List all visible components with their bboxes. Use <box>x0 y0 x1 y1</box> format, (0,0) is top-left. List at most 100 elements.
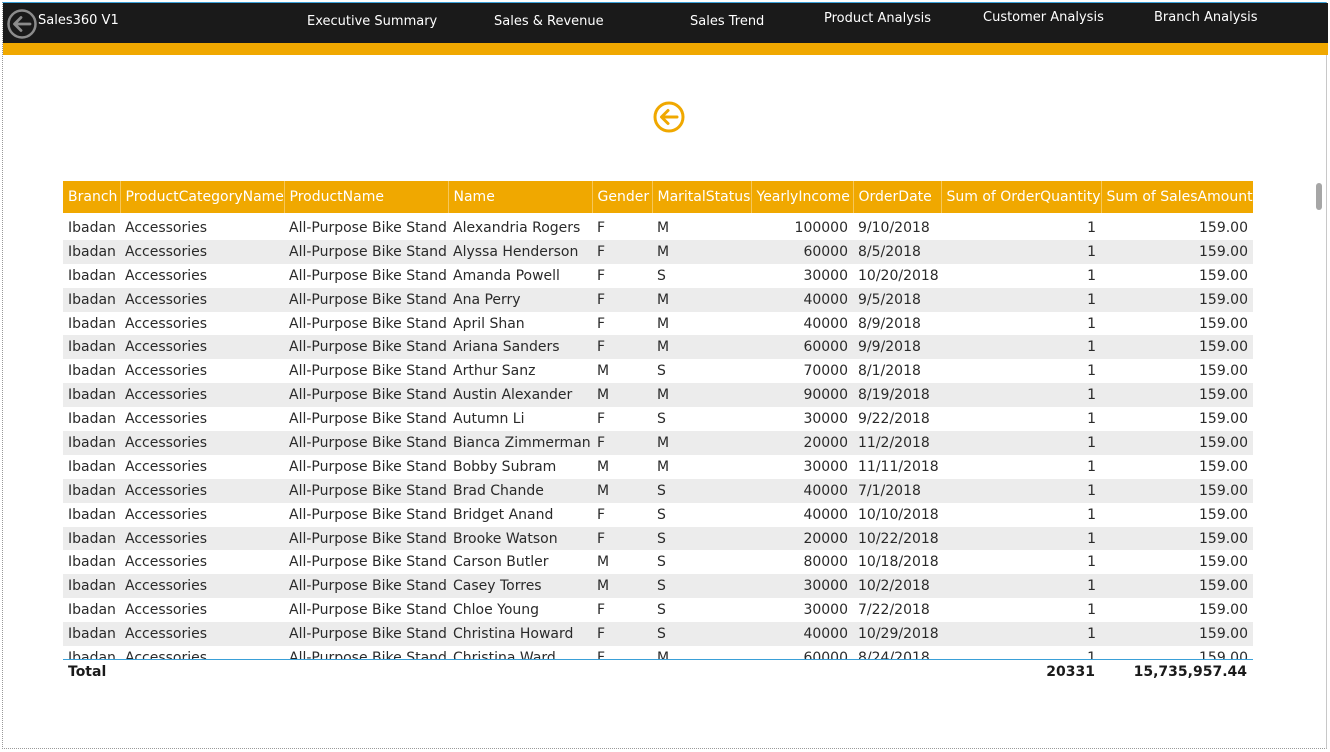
table-cell: 30000 <box>751 574 853 599</box>
table-cell: Bridget Anand <box>453 506 554 523</box>
nav-branch-analysis[interactable]: Branch Analysis <box>1154 10 1258 25</box>
column-header[interactable]: MaritalStatus <box>652 181 752 213</box>
table-cell: M <box>592 478 652 503</box>
table-cell: Accessories <box>120 478 284 503</box>
table-cell: All-Purpose Bike Stand <box>284 526 448 551</box>
table-cell: M <box>592 383 652 408</box>
table-cell: S <box>657 363 666 380</box>
table-cell: 1 <box>941 287 1101 312</box>
table-cell: Casey Torres <box>448 574 592 599</box>
nav-sales-trend[interactable]: Sales Trend <box>690 14 764 29</box>
table-cell: 40000 <box>751 478 853 503</box>
back-arrow-icon[interactable] <box>6 8 38 40</box>
table-cell: Ibadan <box>63 574 120 599</box>
table-cell: 1 <box>1087 267 1096 284</box>
column-header[interactable]: ProductName <box>284 181 449 213</box>
table-cell: 1 <box>941 431 1101 455</box>
column-header[interactable]: ProductCategoryName <box>120 181 285 213</box>
table-row[interactable]: Ibadan Accessories All-Purpose Bike Stand B… <box>63 503 1253 527</box>
table-cell: Accessories <box>120 239 284 264</box>
table-cell: S <box>652 478 751 503</box>
column-header[interactable]: Gender <box>592 181 653 213</box>
table-cell: M <box>652 335 751 360</box>
table-cell: 11/11/2018 <box>858 458 939 475</box>
table-cell: All-Purpose Bike Stand <box>284 574 448 599</box>
table-cell: S <box>657 506 666 523</box>
table-row[interactable]: Ibadan Accessories All-Purpose Bike Stand B… <box>63 431 1253 455</box>
column-header[interactable]: Branch <box>63 181 121 213</box>
column-header[interactable]: Name <box>448 181 593 213</box>
table-row[interactable]: Ibadan Accessories All-Purpose Bike Stand A… <box>63 287 1253 312</box>
table-cell: 7/1/2018 <box>853 478 941 503</box>
table-cell: Ibadan <box>68 315 116 332</box>
table-cell: Accessories <box>125 411 208 428</box>
table-cell: 60000 <box>803 649 848 659</box>
table-cell: 159.00 <box>1101 239 1253 264</box>
table-row[interactable]: Ibadan Accessories All-Purpose Bike Stand A… <box>63 359 1253 383</box>
table-cell: 1 <box>1087 315 1096 332</box>
table-cell: 159.00 <box>1199 411 1248 428</box>
table-row[interactable]: Ibadan Accessories All-Purpose Bike Stand B… <box>63 455 1253 479</box>
table-cell: F <box>592 526 652 551</box>
table-scrollbar[interactable] <box>1316 183 1322 210</box>
table-cell: All-Purpose Bike Stand <box>289 411 447 428</box>
table-row[interactable]: Ibadan Accessories All-Purpose Bike Stand A… <box>63 407 1253 431</box>
table-cell: F <box>592 431 652 455</box>
table-row[interactable]: Ibadan Accessories All-Purpose Bike Stand B… <box>63 526 1253 551</box>
table-cell: 100000 <box>794 219 848 236</box>
table-cell: S <box>652 622 751 647</box>
table-row[interactable]: Ibadan Accessories All-Purpose Bike Stand A… <box>63 264 1253 288</box>
table-cell: M <box>652 239 751 264</box>
table-row[interactable]: Ibadan Accessories All-Purpose Bike Stand C… <box>63 574 1253 599</box>
table-cell: 159.00 <box>1199 554 1248 571</box>
table-cell: 30000 <box>803 458 848 475</box>
table-cell: 60000 <box>751 239 853 264</box>
table-cell: 30000 <box>803 267 848 284</box>
table-row[interactable]: Ibadan Accessories All-Purpose Bike Stand A… <box>63 383 1253 408</box>
table-cell: 30000 <box>803 602 848 619</box>
table-cell: 7/22/2018 <box>858 602 930 619</box>
table-row[interactable]: Ibadan Accessories All-Purpose Bike Stand A… <box>63 312 1253 336</box>
table-row[interactable]: Ibadan Accessories All-Purpose Bike Stand A… <box>63 335 1253 360</box>
column-header[interactable]: Sum of OrderQuantity <box>941 181 1102 213</box>
table-cell: 10/29/2018 <box>853 622 941 647</box>
table-cell: 1 <box>1087 554 1096 571</box>
table-cell: Ibadan <box>68 363 116 380</box>
nav-sales-revenue[interactable]: Sales & Revenue <box>494 14 604 29</box>
column-header[interactable]: OrderDate <box>853 181 942 213</box>
table-row[interactable]: Ibadan Accessories All-Purpose Bike Stand C… <box>63 622 1253 647</box>
table-cell: Ibadan <box>68 649 116 659</box>
table-cell: 1 <box>941 526 1101 551</box>
table-cell: Christina Howard <box>448 622 592 647</box>
table-row[interactable]: Ibadan Accessories All-Purpose Bike Stand B… <box>63 478 1253 503</box>
table-row[interactable]: Ibadan Accessories All-Purpose Bike Stand C… <box>63 646 1253 659</box>
nav-executive-summary[interactable]: Executive Summary <box>307 14 437 29</box>
table-row[interactable]: Ibadan Accessories All-Purpose Bike Stand A… <box>63 239 1253 264</box>
table-cell: Accessories <box>125 363 208 380</box>
table-cell: 1 <box>1087 219 1096 236</box>
table-row[interactable]: Ibadan Accessories All-Purpose Bike Stand A… <box>63 216 1253 240</box>
table-cell: All-Purpose Bike Stand <box>284 622 448 647</box>
table-cell: Ibadan <box>68 219 116 236</box>
nav-customer-analysis[interactable]: Customer Analysis <box>983 10 1104 25</box>
table-cell: Accessories <box>120 383 284 408</box>
table-cell: All-Purpose Bike Stand <box>289 554 447 571</box>
table-cell: 1 <box>1087 458 1096 475</box>
table-cell: 159.00 <box>1101 335 1253 360</box>
table-cell: Ibadan <box>68 554 116 571</box>
table-cell: 30000 <box>803 411 848 428</box>
table-cell: All-Purpose Bike Stand <box>284 478 448 503</box>
table-cell: Accessories <box>120 622 284 647</box>
table-cell: 1 <box>1087 506 1096 523</box>
table-cell: Brooke Watson <box>448 526 592 551</box>
back-arrow-icon[interactable] <box>652 100 686 134</box>
table-cell: 8/24/2018 <box>858 649 930 659</box>
column-header[interactable]: Sum of SalesAmount <box>1101 181 1253 213</box>
nav-product-analysis[interactable]: Product Analysis <box>824 11 931 26</box>
table-cell: Accessories <box>125 315 208 332</box>
column-header[interactable]: YearlyIncome <box>751 181 854 213</box>
table-cell: Arthur Sanz <box>453 363 536 380</box>
table-row[interactable]: Ibadan Accessories All-Purpose Bike Stand C… <box>63 598 1253 622</box>
table-row[interactable]: Ibadan Accessories All-Purpose Bike Stand C… <box>63 550 1253 574</box>
table-cell: 40000 <box>803 315 848 332</box>
